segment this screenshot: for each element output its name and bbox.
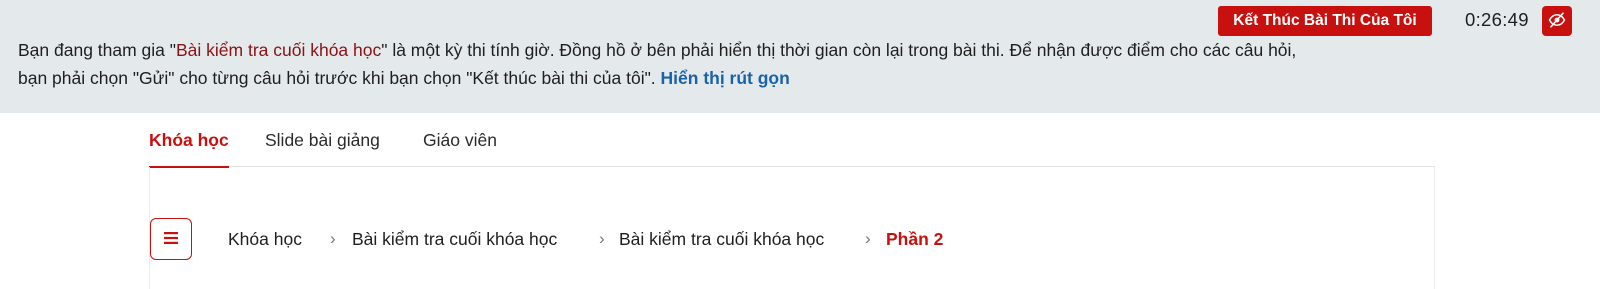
exam-name: Bài kiểm tra cuối khóa học [176,40,382,60]
exam-notice-text: Bạn đang tham gia "Bài kiểm tra cuối khó… [18,36,1298,92]
tab-lecture-slides[interactable]: Slide bài giảng [265,113,380,167]
notice-text-before: Bạn đang tham gia " [18,40,176,60]
chevron-right-icon: › [330,229,336,248]
course-tabs: Khóa học Slide bài giảng Giáo viên [149,113,1435,168]
hamburger-menu-icon [164,231,178,247]
tab-course[interactable]: Khóa học [149,113,229,168]
breadcrumb-item-course[interactable]: Khóa học [228,226,302,252]
chevron-right-icon: › [599,229,605,248]
breadcrumb-item-part-2: Phần 2 [886,229,944,249]
exam-timer: 0:26:49 [1465,9,1529,30]
end-my-exam-button[interactable]: Kết Thúc Bài Thi Của Tôi [1218,6,1432,36]
exam-notice-banner: Bạn đang tham gia "Bài kiểm tra cuối khó… [0,0,1600,113]
chevron-right-icon: › [865,229,871,248]
eye-slash-icon [1548,11,1566,32]
hide-timer-button[interactable] [1542,6,1572,36]
course-menu-toggle-button[interactable] [150,218,192,260]
tab-teachers[interactable]: Giáo viên [423,113,497,167]
breadcrumb-item-final-exam[interactable]: Bài kiểm tra cuối khóa học [352,226,557,252]
breadcrumb-item-final-exam-sub[interactable]: Bài kiểm tra cuối khóa học [619,226,824,252]
show-less-link[interactable]: Hiển thị rút gọn [661,68,790,88]
